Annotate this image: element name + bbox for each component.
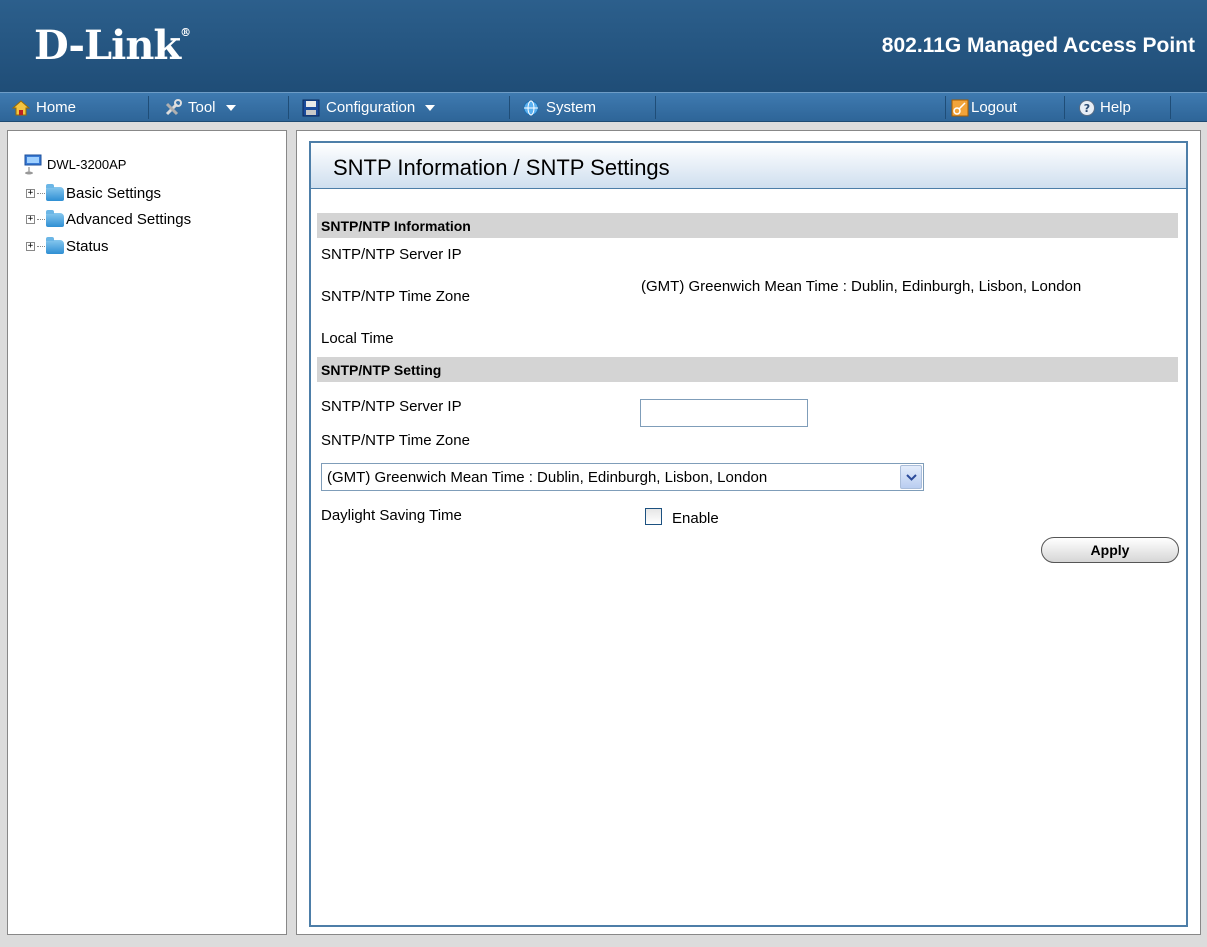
section-header-information: SNTP/NTP Information — [317, 213, 1178, 238]
tree-item-label: Advanced Settings — [66, 211, 192, 228]
tree-item-label: Basic Settings — [66, 185, 162, 202]
expand-icon[interactable]: + — [26, 242, 35, 251]
menu-home-label: Home — [36, 99, 77, 116]
svg-text:?: ? — [1084, 102, 1090, 115]
info-time-zone-label: SNTP/NTP Time Zone — [321, 288, 470, 305]
key-icon — [951, 99, 969, 116]
dropdown-button[interactable] — [900, 465, 922, 489]
menu-configuration[interactable]: Configuration — [302, 93, 436, 122]
menu-help-label: Help — [1100, 99, 1131, 116]
tree-connector — [37, 193, 45, 194]
page-title: SNTP Information / SNTP Settings — [311, 143, 1186, 189]
tree-item-basic-settings[interactable]: + Basic Settings — [26, 183, 162, 202]
menu-separator — [655, 96, 656, 119]
info-time-zone-value: (GMT) Greenwich Mean Time : Dublin, Edin… — [641, 278, 1082, 295]
menu-logout-label: Logout — [971, 99, 1017, 116]
menu-configuration-label: Configuration — [326, 99, 416, 116]
tree-item-status[interactable]: + Status — [26, 236, 109, 255]
access-point-icon — [24, 154, 42, 175]
menu-bar: Home Tool Configuration System Logout ? … — [0, 92, 1207, 122]
expand-icon[interactable]: + — [26, 215, 35, 224]
setting-server-ip-label: SNTP/NTP Server IP — [321, 398, 462, 415]
dlink-logo: D-Link® — [34, 22, 191, 69]
folder-icon — [46, 183, 64, 201]
server-ip-input[interactable] — [640, 399, 808, 427]
menu-system-label: System — [546, 99, 597, 116]
time-zone-select[interactable]: (GMT) Greenwich Mean Time : Dublin, Edin… — [321, 463, 924, 491]
local-time-label: Local Time — [321, 330, 394, 347]
menu-separator — [1064, 96, 1065, 119]
navigation-tree: DWL-3200AP + Basic Settings + Advanced S… — [7, 130, 287, 935]
dst-enable-checkbox[interactable] — [645, 508, 662, 525]
tree-connector — [37, 219, 45, 220]
menu-system[interactable]: System — [522, 93, 596, 122]
menu-separator — [288, 96, 289, 119]
tool-icon — [165, 98, 182, 115]
menu-tool-label: Tool — [188, 99, 216, 116]
menu-separator — [509, 96, 510, 119]
section-header-setting: SNTP/NTP Setting — [317, 357, 1178, 382]
home-icon — [12, 99, 30, 115]
tree-root-label: DWL-3200AP — [47, 156, 127, 172]
tree-item-advanced-settings[interactable]: + Advanced Settings — [26, 209, 192, 228]
setting-time-zone-label: SNTP/NTP Time Zone — [321, 432, 470, 449]
product-title: 802.11G Managed Access Point — [881, 34, 1195, 57]
tree-root-device[interactable]: DWL-3200AP — [23, 153, 126, 175]
menu-separator — [945, 96, 946, 119]
menu-home[interactable]: Home — [12, 93, 76, 122]
apply-button[interactable]: Apply — [1041, 537, 1179, 563]
menu-logout[interactable]: Logout — [951, 93, 1017, 122]
menu-separator — [1170, 96, 1171, 119]
chevron-down-icon — [225, 104, 236, 111]
header-banner: D-Link® 802.11G Managed Access Point — [0, 0, 1207, 92]
folder-icon — [46, 209, 64, 227]
chevron-down-icon — [425, 104, 436, 111]
time-zone-selected-value: (GMT) Greenwich Mean Time : Dublin, Edin… — [327, 469, 768, 486]
help-icon: ? — [1079, 99, 1095, 116]
menu-separator — [148, 96, 149, 119]
main-content: SNTP Information / SNTP Settings SNTP/NT… — [296, 130, 1201, 935]
floppy-disk-icon — [302, 99, 320, 116]
menu-tool[interactable]: Tool — [164, 93, 236, 122]
logo-registered-mark: ® — [180, 26, 191, 39]
expand-icon[interactable]: + — [26, 189, 35, 198]
dst-enable-label[interactable]: Enable — [672, 510, 719, 527]
menu-help[interactable]: ? Help — [1078, 93, 1131, 122]
chevron-down-icon — [906, 474, 917, 481]
folder-icon — [46, 236, 64, 254]
network-globe-icon — [523, 100, 539, 115]
tree-item-label: Status — [66, 238, 109, 255]
dst-label: Daylight Saving Time — [321, 507, 462, 524]
logo-text: D-Link — [34, 22, 181, 69]
tree-connector — [37, 246, 45, 247]
sntp-panel: SNTP Information / SNTP Settings SNTP/NT… — [309, 141, 1188, 927]
info-server-ip-label: SNTP/NTP Server IP — [321, 246, 462, 263]
